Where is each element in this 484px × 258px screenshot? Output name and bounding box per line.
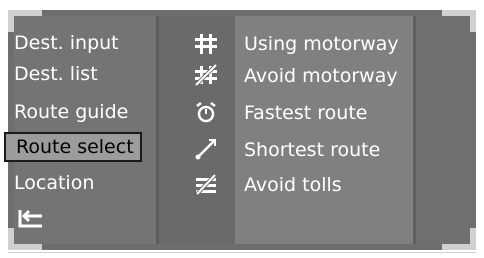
route-option-avoid-motorway[interactable]: Avoid motorway — [244, 61, 398, 91]
frame-corner — [470, 10, 476, 32]
avoid-tolls-icon — [193, 172, 219, 196]
shortest-route-icon — [193, 137, 219, 161]
frame-corner — [470, 228, 476, 250]
menu-item-dest-input[interactable]: Dest. input — [14, 28, 119, 58]
bottom-divider — [8, 252, 476, 253]
avoid-motorway-icon — [193, 63, 219, 87]
stopwatch-icon — [193, 100, 219, 124]
back-arrow-icon[interactable] — [16, 208, 46, 228]
menu-item-route-select[interactable]: Route select — [4, 132, 142, 162]
route-option-avoid-tolls[interactable]: Avoid tolls — [244, 170, 342, 200]
menu-item-location[interactable]: Location — [14, 168, 94, 198]
route-option-using-motorway[interactable]: Using motorway — [244, 29, 399, 59]
route-option-shortest-route[interactable]: Shortest route — [244, 135, 380, 165]
menu-item-dest-list[interactable]: Dest. list — [14, 59, 98, 89]
right-empty-panel — [416, 16, 470, 244]
menu-item-route-guide[interactable]: Route guide — [14, 97, 128, 127]
motorway-icon — [193, 32, 219, 56]
route-option-fastest-route[interactable]: Fastest route — [244, 98, 367, 128]
